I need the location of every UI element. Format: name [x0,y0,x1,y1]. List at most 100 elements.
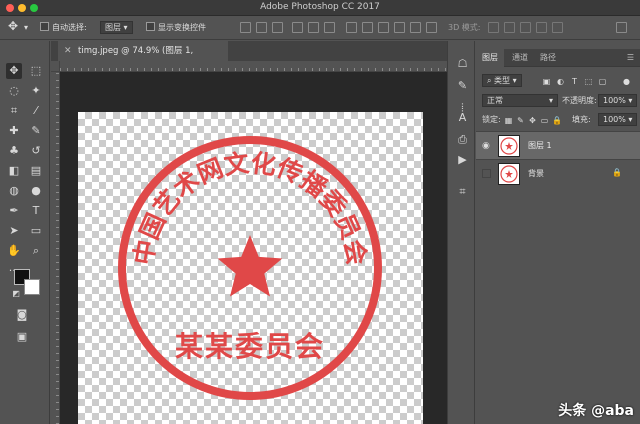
filter-smart-object-icon[interactable]: ▢ [598,77,607,86]
default-colors-icon[interactable]: ◩ [8,286,24,302]
dodge-tool-icon[interactable]: ● [28,183,44,199]
move-tool-icon[interactable]: ✥ [8,19,18,33]
3d-roll-icon[interactable] [504,22,515,33]
layer-row-background[interactable]: 背景 🔒 [476,159,640,187]
type-tool-icon[interactable]: T [28,203,44,219]
pen-tool-icon[interactable]: ✒ [6,203,22,219]
document-tab[interactable]: ✕ timg.jpeg @ 74.9% (图层 1, RGB/8#) * [58,41,228,76]
layer-name: 背景 [528,169,544,178]
tab-paths[interactable]: 路径 [534,49,562,67]
crop-tool-icon[interactable]: ⌗ [6,103,22,119]
info-panel-icon[interactable]: ⎙ [456,133,469,146]
seal-thumbnail-icon [500,165,518,183]
3d-scale-icon[interactable] [552,22,563,33]
seal-stamp: 中国艺术网文化传播委员会 某某委员会 [118,136,382,400]
screen-mode-icon[interactable]: ▣ [14,329,30,345]
distribute-right-icon[interactable] [426,22,437,33]
history-brush-tool-icon[interactable]: ↺ [28,143,44,159]
panel-tabs: 图层 通道 路径 ☰ [476,49,640,67]
align-right-icon[interactable] [324,22,335,33]
show-transform-checkbox[interactable] [146,22,155,31]
3d-rotate-icon[interactable] [488,22,499,33]
workspace-icon[interactable] [616,22,627,33]
show-transform-option[interactable]: 显示变换控件 [146,21,206,35]
filter-pixel-icon[interactable]: ▣ [542,77,551,86]
move-tool-icon[interactable]: ✥ [6,63,22,79]
blur-tool-icon[interactable]: ◍ [6,183,22,199]
brush-settings-icon[interactable]: ✎ [456,79,469,92]
properties-panel-icon[interactable]: ⌗ [456,185,469,198]
filter-type-icon[interactable]: T [570,77,579,86]
title-bar: Adobe Photoshop CC 2017 [0,0,640,16]
horizontal-ruler[interactable] [60,61,469,72]
filter-adjustment-icon[interactable]: ◐ [556,77,565,86]
blend-mode-value: 正常 [487,96,503,105]
layers-panel: 图层 通道 路径 ☰ ⌕ 类型 ▾ ▣ ◐ T ⬚ ▢ ● 正常 ▾ 不透明度: … [476,41,640,424]
distribute-left-icon[interactable] [394,22,405,33]
gradient-tool-icon[interactable]: ▤ [28,163,44,179]
eyedropper-tool-icon[interactable]: ⁄ [28,103,44,119]
align-vcenter-icon[interactable] [256,22,267,33]
rectangle-tool-icon[interactable]: ▭ [28,223,44,239]
align-top-icon[interactable] [240,22,251,33]
lasso-tool-icon[interactable]: ◌ [6,83,22,99]
ruler-origin[interactable] [51,61,60,72]
lock-all-icon[interactable]: 🔒 [552,116,562,125]
filter-kind-value: 类型 [494,76,511,85]
character-panel-icon[interactable]: A [456,111,469,124]
options-bar: ✥ ▾ 自动选择: 图层 ▾ 显示变换控件 3D 模式: [0,16,640,40]
align-bottom-icon[interactable] [272,22,283,33]
distribute-vcenter-icon[interactable] [362,22,373,33]
healing-brush-tool-icon[interactable]: ✚ [6,123,22,139]
watermark-text: 头条 @aba [558,403,634,419]
blend-mode-dropdown[interactable]: 正常 ▾ [482,94,558,108]
auto-select-label: 自动选择: [52,23,87,32]
lock-pixels-icon[interactable]: ✎ [516,116,525,125]
auto-select-checkbox[interactable] [40,22,49,31]
tool-preset-dropdown-icon[interactable]: ▾ [24,21,28,35]
auto-select-option[interactable]: 自动选择: [40,21,87,35]
layer-filter-dropdown[interactable]: ⌕ 类型 ▾ [482,74,522,88]
lock-transparency-icon[interactable]: ▦ [504,116,513,125]
filter-toggle-icon[interactable]: ● [622,77,631,86]
path-selection-tool-icon[interactable]: ➤ [6,223,22,239]
lock-artboard-icon[interactable]: ▭ [540,116,549,125]
3d-slide-icon[interactable] [536,22,547,33]
vertical-ruler[interactable] [51,72,60,424]
align-hcenter-icon[interactable] [308,22,319,33]
visibility-toggle-empty[interactable] [482,169,491,178]
hand-tool-icon[interactable]: ✋ [6,243,22,259]
distribute-hcenter-icon[interactable] [410,22,421,33]
panel-menu-icon[interactable]: ☰ [621,49,640,67]
brush-tool-icon[interactable]: ✎ [28,123,44,139]
lock-position-icon[interactable]: ✥ [528,116,537,125]
quick-mask-icon[interactable]: ◙ [14,307,30,323]
eraser-tool-icon[interactable]: ◧ [6,163,22,179]
magic-wand-tool-icon[interactable]: ✦ [28,83,44,99]
3d-drag-icon[interactable] [520,22,531,33]
actions-panel-icon[interactable]: ▶ [456,153,469,166]
opacity-field[interactable]: 100% ▾ [598,94,638,108]
collapsed-panels-strip: ☖ ✎ ⦙ A ⎙ ▶ ⌗ [447,41,475,424]
auto-select-dropdown[interactable]: 图层 ▾ [100,21,133,35]
background-color-swatch[interactable] [24,279,40,295]
close-tab-icon[interactable]: ✕ [64,41,72,61]
visibility-eye-icon[interactable]: ◉ [482,141,492,151]
marquee-tool-icon[interactable]: ⬚ [28,63,44,79]
tab-layers[interactable]: 图层 [476,49,504,67]
tools-panel: ✥ ⬚ ◌ ✦ ⌗ ⁄ ✚ ✎ ♣ ↺ ◧ ▤ ◍ ● ✒ T ➤ ▭ ✋ ⌕ … [0,41,50,424]
tab-channels[interactable]: 通道 [506,49,534,67]
auto-select-value: 图层 [105,23,121,32]
clone-stamp-tool-icon[interactable]: ♣ [6,143,22,159]
layer-row-layer1[interactable]: ◉ 图层 1 [476,131,640,159]
fill-field[interactable]: 100% ▾ [598,113,638,127]
align-left-icon[interactable] [292,22,303,33]
zoom-tool-icon[interactable]: ⌕ [28,243,44,259]
opacity-label: 不透明度: [562,96,597,105]
distribute-bottom-icon[interactable] [378,22,389,33]
fill-value: 100% [603,115,626,124]
distribute-top-icon[interactable] [346,22,357,33]
history-panel-icon[interactable]: ☖ [456,57,469,70]
lock-icon: 🔒 [612,168,622,177]
filter-shape-icon[interactable]: ⬚ [584,77,593,86]
